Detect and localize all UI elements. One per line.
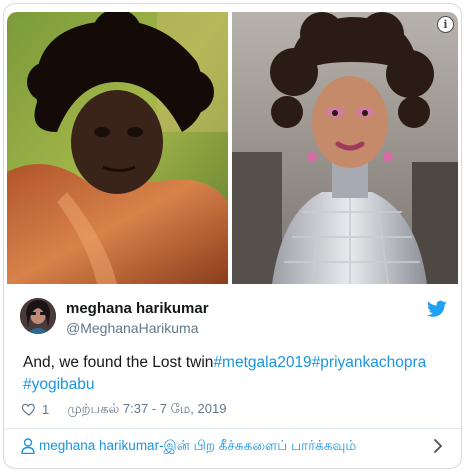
info-icon[interactable]: i	[437, 16, 454, 33]
tweet-text-plain: And, we found the Lost twin	[23, 354, 214, 371]
hashtag-link[interactable]: #yogibabu	[23, 376, 95, 393]
author-handle[interactable]: @MeghanaHarikuma	[66, 320, 199, 336]
person-icon	[21, 438, 35, 454]
tweet-author[interactable]: meghana harikumar @MeghanaHarikuma	[20, 298, 447, 338]
more-tweets-label[interactable]: meghana harikumar-இன் பிற கீச்சுகளைப் பா…	[39, 438, 356, 456]
heart-icon[interactable]	[21, 401, 37, 417]
chevron-right-icon[interactable]	[433, 439, 443, 453]
author-name[interactable]: meghana harikumar	[66, 300, 209, 317]
tweet-meta: 1 முற்பகல் 7:37 - 7 மே, 2019	[21, 400, 226, 418]
tweet-text: And, we found the Lost twin#metgala2019#…	[23, 352, 453, 396]
photo-left[interactable]	[7, 12, 228, 284]
photo-right[interactable]: i	[232, 12, 458, 284]
hashtag-link[interactable]: #priyankachopra	[312, 354, 427, 371]
avatar[interactable]	[20, 298, 56, 334]
tweet-timestamp[interactable]: முற்பகல் 7:37 - 7 மே, 2019	[67, 401, 226, 418]
twitter-bird-icon[interactable]	[427, 300, 447, 318]
tweet-card[interactable]: i meghana harikumar @MeghanaHarikuma And…	[3, 3, 462, 469]
like-count[interactable]: 1	[42, 402, 49, 417]
hashtag-link[interactable]: #metgala2019	[213, 354, 311, 371]
more-tweets-link[interactable]: meghana harikumar-இன் பிற கீச்சுகளைப் பா…	[4, 429, 461, 465]
tweet-media[interactable]: i	[7, 12, 458, 284]
